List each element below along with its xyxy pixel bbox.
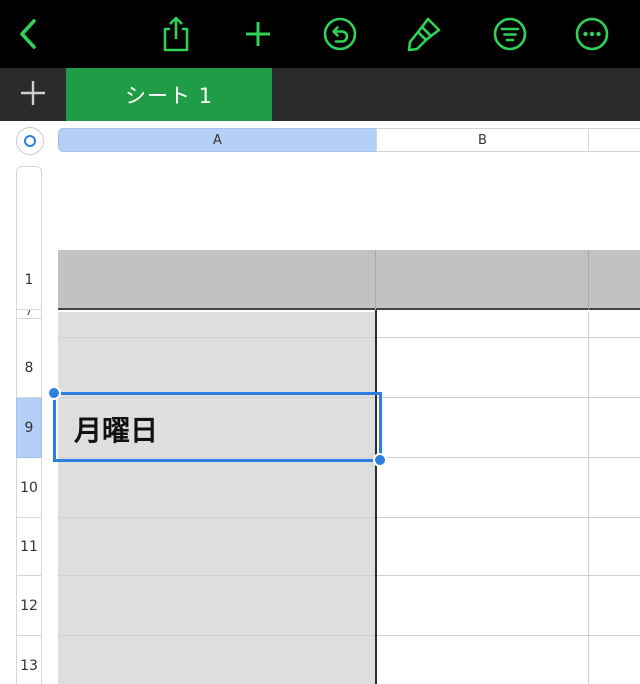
paintbrush-icon [406, 15, 442, 53]
filter-icon [492, 16, 528, 52]
cell-b13[interactable] [376, 636, 589, 684]
selected-cell-a9[interactable]: 月曜日 [53, 392, 382, 462]
selection-handle-bottom-right[interactable] [373, 453, 387, 467]
row-header-12[interactable]: 12 [16, 576, 42, 636]
cell-a11[interactable] [58, 518, 376, 576]
tab-label: シート 1 [124, 83, 214, 108]
row-label: 9 [24, 419, 34, 436]
cell-b7[interactable] [376, 312, 589, 338]
row-label: 8 [24, 360, 34, 376]
row-header-7[interactable]: 7 [16, 310, 42, 318]
toolbar [0, 0, 640, 68]
row-header-8[interactable]: 8 [16, 318, 42, 398]
row-label: 7 [25, 310, 33, 318]
row-label: 11 [20, 538, 38, 555]
chevron-left-icon [16, 17, 40, 51]
cell-c10[interactable] [589, 458, 640, 518]
header-cell-a1[interactable] [58, 250, 376, 310]
cell-text: 月曜日 [74, 414, 159, 447]
cell-c8[interactable] [589, 338, 640, 398]
cell-b12[interactable] [376, 576, 589, 636]
cell-b9[interactable] [376, 398, 589, 458]
select-all-button[interactable] [16, 127, 44, 155]
row-header-11[interactable]: 11 [16, 518, 42, 576]
cell-a8[interactable] [58, 338, 376, 398]
row-label: 10 [20, 479, 38, 496]
circle-icon [24, 135, 36, 147]
add-button[interactable] [236, 12, 280, 56]
cell-c13[interactable] [589, 636, 640, 684]
cell-c7[interactable] [589, 312, 640, 338]
back-button[interactable] [6, 12, 50, 56]
column-header-a[interactable]: A [58, 128, 377, 152]
row-header-10[interactable]: 10 [16, 458, 42, 518]
row-header-9[interactable]: 9 [16, 398, 42, 458]
format-button[interactable] [402, 12, 446, 56]
header-cell-c1[interactable] [589, 250, 640, 310]
row-label: 13 [20, 657, 38, 674]
row-header-cap [16, 166, 42, 250]
cell-c12[interactable] [589, 576, 640, 636]
cell-a13[interactable] [58, 636, 376, 684]
row-label: 1 [24, 271, 34, 288]
add-sheet-button[interactable] [0, 68, 65, 121]
row-label: 12 [20, 597, 38, 614]
row-header-1[interactable]: 1 [16, 250, 42, 310]
plus-icon [243, 19, 273, 49]
share-button[interactable] [154, 12, 198, 56]
row-header-13[interactable]: 13 [16, 636, 42, 684]
plus-icon [18, 78, 48, 112]
column-divider [375, 310, 377, 684]
cell-b8[interactable] [376, 338, 589, 398]
sheet-tab-bar: シート 1 [0, 68, 640, 121]
selection-handle-top-left[interactable] [47, 386, 61, 400]
cell-b10[interactable] [376, 458, 589, 518]
cell-c11[interactable] [589, 518, 640, 576]
column-label: A [213, 132, 222, 148]
cell-a12[interactable] [58, 576, 376, 636]
column-header-b[interactable]: B [376, 128, 589, 152]
share-icon [161, 15, 191, 53]
cell-a10[interactable] [58, 458, 376, 518]
organize-button[interactable] [488, 12, 532, 56]
header-cell-b1[interactable] [376, 250, 589, 310]
cell-c9[interactable] [589, 398, 640, 458]
column-header-c[interactable] [588, 128, 640, 152]
header-row [58, 250, 640, 310]
column-label: B [478, 132, 487, 148]
cell-a7[interactable] [58, 312, 376, 338]
spreadsheet-grid [58, 250, 640, 684]
undo-icon [322, 16, 358, 52]
cell-b11[interactable] [376, 518, 589, 576]
tab-sheet-1[interactable]: シート 1 [66, 68, 272, 121]
more-button[interactable] [570, 12, 614, 56]
undo-button[interactable] [318, 12, 362, 56]
ellipsis-icon [574, 16, 610, 52]
